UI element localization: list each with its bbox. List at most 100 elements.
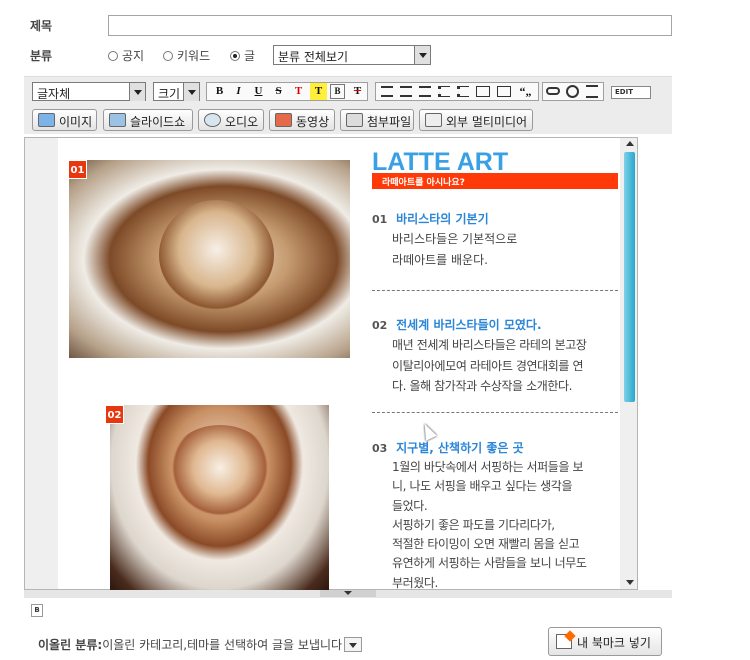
insert-image-label: 이미지 <box>59 115 93 129</box>
quote-button[interactable]: “„ <box>517 83 534 100</box>
body-line: 유연하게 서핑하는 사람들을 보니 너무도 <box>392 556 587 571</box>
section-number: 01 <box>372 213 388 226</box>
body-line: 들었다. <box>392 498 428 513</box>
horizontal-rule-icon[interactable] <box>586 85 598 98</box>
edit-mode-button[interactable]: EDIT <box>611 86 651 99</box>
attachment-icon <box>346 113 363 127</box>
latte-foam-shape <box>159 200 274 310</box>
insert-image-button[interactable]: 이미지 <box>32 109 97 131</box>
numbered-list-icon[interactable] <box>457 86 469 97</box>
insert-video-button[interactable]: 동영상 <box>269 109 335 131</box>
font-size-select[interactable]: 크기 <box>153 82 200 101</box>
post-category-row: 이올린 분류:이올린 카테고리,테마를 선택하여 글을 보냅니다 <box>38 636 342 653</box>
chevron-down-icon[interactable] <box>129 83 145 101</box>
scroll-up-icon[interactable] <box>626 141 634 146</box>
align-left-icon[interactable] <box>381 86 393 97</box>
editor-resize-handle[interactable] <box>320 590 376 597</box>
section-body: 매년 전세계 바리스타들은 라테의 본고장 이탈리아에모여 라테아트 경연대회를… <box>392 335 587 397</box>
bullet-list-icon[interactable] <box>438 86 450 97</box>
chevron-down-icon[interactable] <box>414 46 430 64</box>
box-button[interactable]: B <box>330 84 345 99</box>
title-label: 제목 <box>30 19 53 33</box>
radio-keyword[interactable]: 키워드 <box>163 47 210 64</box>
indent-icon[interactable] <box>497 86 511 97</box>
photo-number-badge: 02 <box>105 405 124 424</box>
section-title: 지구별, 산책하기 좋은 곳 <box>396 441 524 455</box>
strike-button[interactable]: S <box>270 83 287 100</box>
latte-foam-shape <box>165 425 275 520</box>
body-line: 바리스타들은 기본적으로 <box>392 232 518 246</box>
chevron-down-icon[interactable] <box>183 83 199 101</box>
section-1: 01 바리스타의 기본기 <box>372 210 489 227</box>
text-color-button[interactable]: T <box>290 83 307 100</box>
font-size-value: 크기 <box>158 87 181 101</box>
radio-keyword-label: 키워드 <box>177 49 211 63</box>
insert-audio-label: 오디오 <box>225 115 259 129</box>
special-char-icon[interactable] <box>566 85 579 98</box>
post-category-dropdown[interactable] <box>344 637 362 652</box>
add-bookmark-button[interactable]: 내 북마크 넣기 <box>548 627 662 656</box>
section-title: 전세계 바리스타들이 모였다. <box>396 318 542 332</box>
post-category-text: 이올린 카테고리,테마를 선택하여 글을 보냅니다 <box>102 638 343 652</box>
radio-post-label: 글 <box>244 49 256 63</box>
underline-button[interactable]: U <box>250 83 267 100</box>
insert-video-label: 동영상 <box>296 115 330 129</box>
category-select-value: 분류 전체보기 <box>278 50 349 64</box>
section-divider <box>372 412 618 413</box>
clear-format-button[interactable]: T <box>349 83 366 100</box>
insert-external-media-label: 외부 멀티미디어 <box>446 115 528 129</box>
image-icon <box>38 113 55 127</box>
scrollbar-thumb[interactable] <box>624 152 635 402</box>
latte-art-photo-1 <box>69 160 350 358</box>
radio-notice-label: 공지 <box>122 49 145 63</box>
body-line: 다. 올해 참가작과 수상작을 소개한다. <box>392 379 573 393</box>
bg-color-button[interactable]: T <box>310 83 327 100</box>
html-mode-icon[interactable]: B <box>31 604 43 617</box>
edit-mode-label: EDIT <box>615 88 633 96</box>
insert-attachment-label: 첨부파일 <box>367 115 412 129</box>
external-media-icon <box>425 113 442 127</box>
slideshow-icon <box>109 113 126 127</box>
body-line: 서핑하기 좋은 파도를 기다리다가, <box>392 517 555 532</box>
category-select[interactable]: 분류 전체보기 <box>273 45 431 65</box>
radio-circle-icon[interactable] <box>108 51 118 61</box>
category-label: 분류 <box>30 49 53 63</box>
link-icon[interactable] <box>546 87 560 95</box>
title-input[interactable] <box>108 15 672 36</box>
align-right-icon[interactable] <box>419 86 431 97</box>
video-icon <box>275 113 292 127</box>
latte-art-photo-2 <box>110 405 329 590</box>
section-body: 바리스타들은 기본적으로 라떼아트를 배운다. <box>392 229 517 270</box>
radio-checked-icon[interactable] <box>230 51 240 61</box>
body-line: 이탈리아에모여 라테아트 경연대회를 연 <box>392 358 584 373</box>
section-3: 03 지구별, 산책하기 좋은 곳 <box>372 439 524 456</box>
section-number: 02 <box>372 319 388 332</box>
insert-attachment-button[interactable]: 첨부파일 <box>340 109 414 131</box>
radio-notice[interactable]: 공지 <box>108 47 144 64</box>
body-line: 라떼아트를 배운다. <box>392 252 488 267</box>
insert-audio-button[interactable]: 오디오 <box>198 109 264 131</box>
radio-circle-icon[interactable] <box>163 51 173 61</box>
insert-slideshow-button[interactable]: 슬라이드쇼 <box>103 109 193 131</box>
section-2: 02 전세계 바리스타들이 모였다. <box>372 316 542 333</box>
audio-icon <box>204 113 221 127</box>
post-category-label: 이올린 분류: <box>38 638 103 652</box>
scroll-down-icon[interactable] <box>626 580 634 585</box>
body-line: 적절한 타이밍이 오면 재빨리 몸을 싣고 <box>392 537 580 552</box>
body-line: 매년 전세계 바리스타들은 라테의 본고장 <box>392 338 587 352</box>
bold-button[interactable]: B <box>211 83 228 100</box>
body-line: 니, 나도 서핑을 배우고 싶다는 생각을 <box>392 479 573 494</box>
insert-external-media-button[interactable]: 외부 멀티미디어 <box>419 109 533 131</box>
section-body: 1월의 바닷속에서 서핑하는 서퍼들을 보 니, 나도 서핑을 배우고 싶다는 … <box>392 458 587 593</box>
section-number: 03 <box>372 442 388 455</box>
chevron-down-icon <box>349 643 357 648</box>
font-family-value: 글자체 <box>37 87 71 101</box>
radio-post[interactable]: 글 <box>230 47 255 64</box>
align-center-icon[interactable] <box>400 86 412 97</box>
outdent-icon[interactable] <box>476 86 490 97</box>
article-subheadline: 라떼아트를 아시나요? <box>372 173 618 189</box>
resize-arrow-icon <box>344 591 352 595</box>
editor-margin-left <box>25 138 58 589</box>
font-family-select[interactable]: 글자체 <box>32 82 146 101</box>
italic-button[interactable]: I <box>230 83 247 100</box>
